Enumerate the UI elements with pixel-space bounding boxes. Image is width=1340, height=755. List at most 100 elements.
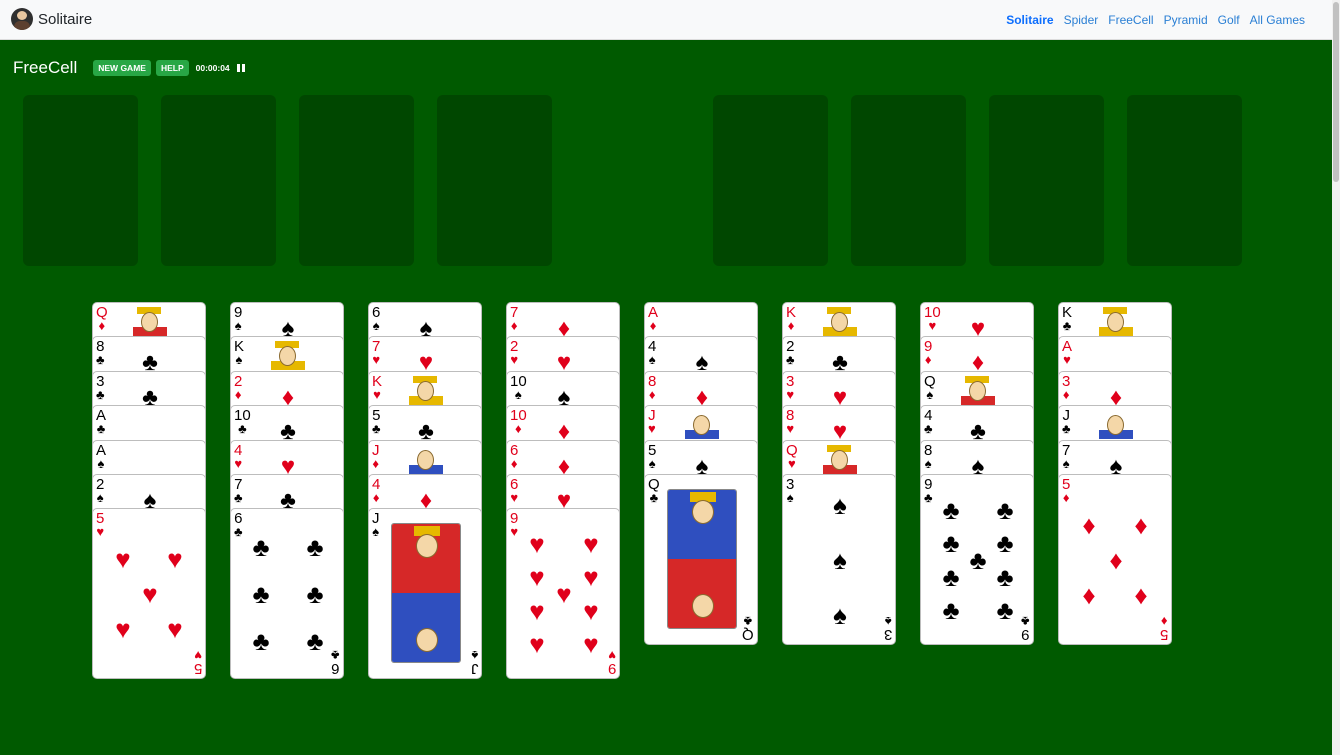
card-corner-index: J ♦ [372, 443, 380, 470]
nav-link-spider[interactable]: Spider [1064, 13, 1099, 27]
nav-link-all-games[interactable]: All Games [1250, 13, 1305, 27]
foundation-3[interactable] [989, 95, 1104, 266]
card-5-of-hearts[interactable]: 5 ♥ ♥ ♥ ♥ ♥ ♥ 5 ♥ [92, 508, 206, 680]
spade-icon: ♠ [648, 455, 656, 471]
help-button[interactable]: HELP [155, 60, 189, 76]
club-icon: ♣ [96, 421, 106, 437]
diamond-pip-icon: ♦ [1134, 510, 1148, 540]
court-figure-illustration [957, 374, 999, 405]
club-icon: ♣ [649, 490, 659, 505]
card-corner-index-bottom: 9 ♥ [608, 648, 616, 677]
card-corner-index: A ♦ [648, 305, 658, 332]
card-q-of-clubs[interactable]: Q ♣ Q ♣ [644, 474, 758, 645]
heart-pip-icon: ♥ [529, 629, 545, 660]
new-game-button[interactable]: NEW GAME [93, 60, 151, 76]
card-corner-index: 5 ♣ [372, 408, 381, 435]
court-figure-illustration [267, 339, 309, 371]
card-3-of-spades[interactable]: 3 ♠ ♠ ♠ ♠ 3 ♠ [782, 474, 896, 645]
card-j-of-spades[interactable]: J ♠ J ♠ [368, 508, 482, 680]
card-corner-index: A ♥ [1062, 339, 1072, 366]
brand-name: Solitaire [38, 10, 93, 28]
club-pip-icon: ♣ [996, 595, 1014, 625]
club-icon: ♣ [786, 352, 795, 368]
foundation-4[interactable] [1127, 95, 1242, 266]
court-figure-illustration [819, 443, 861, 474]
heart-icon: ♥ [648, 421, 656, 437]
card-corner-index: J ♠ [372, 511, 380, 538]
card-5-of-diamonds[interactable]: 5 ♦ ♦ ♦ ♦ ♦ ♦ 5 ♦ [1058, 474, 1172, 645]
heart-pip-icon: ♥ [142, 579, 158, 610]
nav-link-golf[interactable]: Golf [1218, 13, 1240, 27]
brand[interactable]: Solitaire [11, 8, 92, 30]
card-corner-index: Q ♣ [648, 477, 660, 504]
card-corner-index: 10 ♣ [234, 408, 251, 435]
nav-link-solitaire[interactable]: Solitaire [1006, 13, 1053, 27]
club-icon: ♣ [1021, 614, 1030, 629]
card-corner-index: 2 ♣ [786, 339, 795, 366]
free-cell-1[interactable] [23, 95, 138, 266]
card-corner-index: K ♥ [372, 374, 382, 401]
heart-pip-icon: ♥ [583, 529, 599, 560]
card-rank: 3 [883, 626, 892, 643]
heart-pip-icon: ♥ [167, 614, 183, 645]
card-rank: 5 [1159, 626, 1168, 643]
nav-links: Solitaire Spider FreeCell Pyramid Golf A… [996, 13, 1305, 27]
card-corner-index: 5 ♠ [648, 443, 656, 470]
diamond-icon: ♦ [1160, 614, 1168, 629]
heart-icon: ♥ [372, 352, 381, 368]
card-6-of-clubs[interactable]: 6 ♣ ♣ ♣ ♣ ♣ ♣ ♣ 6 ♣ [230, 508, 344, 680]
scrollbar-thumb[interactable] [1333, 2, 1339, 182]
heart-icon: ♥ [510, 524, 519, 540]
free-cell-2[interactable] [161, 95, 276, 266]
card-9-of-hearts[interactable]: 9 ♥ ♥ ♥ ♥ ♥ ♥ ♥ ♥ ♥ ♥ 9 ♥ [506, 508, 620, 680]
card-corner-index: 6 ♠ [372, 305, 380, 332]
card-corner-index: A ♣ [96, 408, 106, 435]
nav-link-freecell[interactable]: FreeCell [1108, 13, 1153, 27]
heart-pip-icon: ♥ [115, 614, 131, 645]
card-corner-index: 9 ♠ [234, 305, 242, 332]
pause-icon[interactable] [236, 64, 245, 72]
heart-pip-icon: ♥ [115, 544, 131, 575]
free-cell-4[interactable] [437, 95, 552, 266]
free-cell-3[interactable] [299, 95, 414, 266]
card-rank: Q [742, 626, 754, 643]
card-rank: 9 [1021, 626, 1030, 643]
club-pip-icon: ♣ [252, 626, 270, 657]
card-corner-index: 9 ♣ [924, 477, 933, 504]
heart-icon: ♥ [234, 455, 243, 471]
page-scrollbar[interactable] [1332, 0, 1340, 755]
spade-icon: ♠ [648, 352, 656, 368]
card-9-of-clubs[interactable]: 9 ♣ ♣ ♣ ♣ ♣ ♣ ♣ ♣ ♣ ♣ 9 ♣ [920, 474, 1034, 645]
heart-icon: ♥ [786, 421, 795, 437]
heart-icon: ♥ [510, 490, 519, 505]
card-corner-index: Q ♥ [786, 443, 798, 470]
heart-pip-icon: ♥ [583, 629, 599, 660]
heart-pip-icon: ♥ [529, 562, 545, 593]
club-pip-icon: ♣ [996, 495, 1014, 525]
card-corner-index: J ♥ [648, 408, 656, 435]
diamond-icon: ♦ [648, 386, 656, 402]
club-icon: ♣ [234, 490, 243, 505]
spade-icon: ♠ [884, 614, 892, 629]
card-corner-index: 2 ♦ [234, 374, 242, 401]
club-icon: ♣ [924, 490, 933, 505]
card-corner-index: 7 ♣ [234, 477, 243, 504]
foundation-2[interactable] [851, 95, 966, 266]
club-pip-icon: ♣ [306, 579, 324, 610]
heart-icon: ♥ [193, 648, 202, 664]
card-corner-index: 5 ♥ [96, 511, 104, 538]
spade-icon: ♠ [924, 455, 932, 471]
card-corner-index: 8 ♥ [786, 408, 794, 435]
nav-link-pyramid[interactable]: Pyramid [1164, 13, 1208, 27]
card-corner-index: 10 ♥ [924, 305, 941, 332]
court-figure-illustration [681, 408, 723, 440]
diamond-icon: ♦ [515, 421, 522, 437]
club-icon: ♣ [331, 648, 340, 664]
foundation-1[interactable] [713, 95, 828, 266]
spade-icon: ♠ [97, 455, 105, 471]
card-corner-index: 4 ♠ [648, 339, 656, 366]
card-corner-index: 5 ♦ [1062, 477, 1070, 504]
club-icon: ♣ [238, 421, 247, 437]
card-corner-index: 10 ♦ [510, 408, 527, 435]
diamond-icon: ♦ [234, 386, 242, 402]
